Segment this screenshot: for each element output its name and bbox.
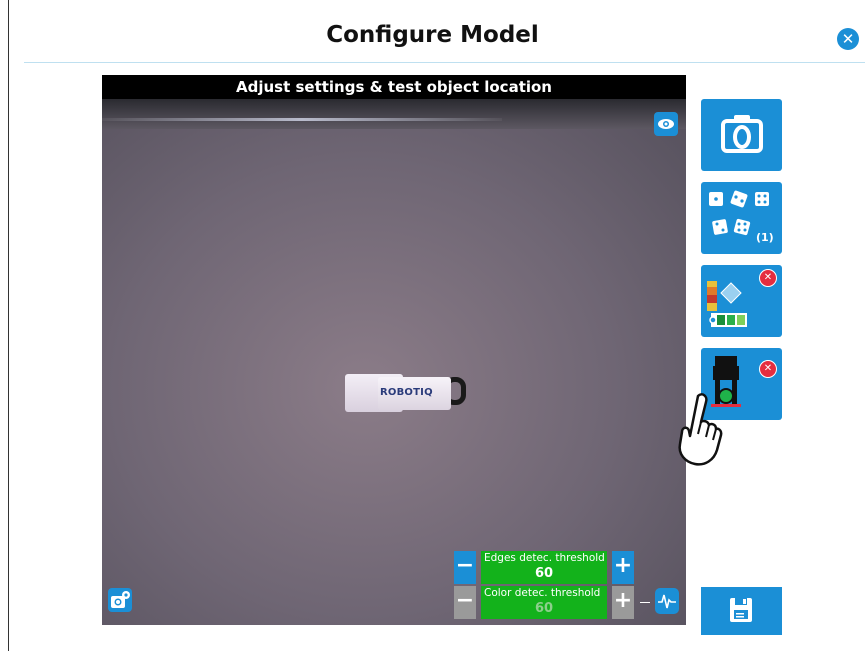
color-threshold-increase-button[interactable]: + bbox=[612, 586, 634, 619]
eye-icon[interactable] bbox=[654, 112, 678, 136]
connector-line bbox=[640, 602, 650, 603]
gripper-remove-icon[interactable]: ✕ bbox=[759, 360, 777, 378]
color-remove-icon[interactable]: ✕ bbox=[759, 269, 777, 287]
edges-threshold-control: − Edges detec. threshold 60 + bbox=[454, 551, 634, 584]
camera-viewer: Adjust settings & test object location R… bbox=[102, 75, 686, 625]
camera-icon bbox=[721, 115, 763, 153]
divider bbox=[24, 62, 865, 63]
camera-edge bbox=[102, 99, 686, 129]
camera-settings-icon[interactable] bbox=[108, 588, 132, 612]
edges-threshold-label: Edges detec. threshold bbox=[484, 552, 605, 564]
hand-pointer-icon bbox=[678, 393, 723, 466]
camera-feed[interactable]: ROBOTIQ bbox=[102, 99, 686, 625]
waveform-icon[interactable] bbox=[655, 588, 679, 614]
color-button[interactable]: ✕ bbox=[701, 265, 782, 337]
close-icon[interactable]: ✕ bbox=[837, 28, 859, 50]
edges-threshold-display: Edges detec. threshold 60 bbox=[481, 551, 607, 584]
color-threshold-value: 60 bbox=[534, 601, 554, 616]
light-glare bbox=[102, 118, 502, 121]
viewer-title: Adjust settings & test object location bbox=[102, 75, 686, 99]
edges-threshold-value: 60 bbox=[534, 566, 554, 581]
usb-key-logo: ROBOTIQ bbox=[380, 387, 433, 398]
color-threshold-decrease-button[interactable]: − bbox=[454, 586, 476, 619]
page-title: Configure Model bbox=[326, 22, 539, 48]
floppy-disk-icon bbox=[730, 598, 752, 622]
snapshot-button[interactable] bbox=[701, 99, 782, 171]
save-button[interactable] bbox=[701, 587, 782, 635]
color-threshold-label: Color detec. threshold bbox=[484, 587, 601, 599]
poses-button[interactable]: (1) bbox=[701, 182, 782, 254]
color-threshold-control: − Color detec. threshold 60 + bbox=[454, 586, 634, 619]
edges-threshold-decrease-button[interactable]: − bbox=[454, 551, 476, 584]
window-border bbox=[8, 0, 9, 651]
edges-threshold-increase-button[interactable]: + bbox=[612, 551, 634, 584]
color-threshold-display: Color detec. threshold 60 bbox=[481, 586, 607, 619]
poses-count: (1) bbox=[756, 231, 774, 244]
